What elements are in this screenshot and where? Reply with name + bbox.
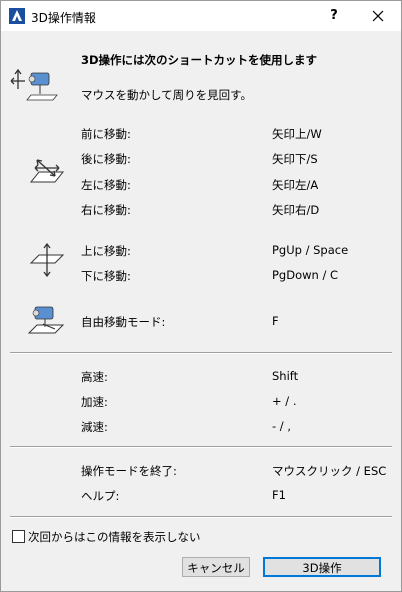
separator	[10, 352, 392, 354]
fast-key: Shift	[272, 369, 299, 383]
free-move-camera-icon	[27, 306, 65, 334]
decelerate-label: 減速:	[81, 420, 108, 434]
archicad-logo-icon	[9, 8, 25, 24]
move-forward-label: 前に移動:	[81, 127, 131, 141]
exit-mode-key: マウスクリック / ESC	[272, 464, 387, 478]
decelerate-key: - / ,	[272, 419, 291, 433]
window-title: 3D操作情報	[31, 11, 96, 25]
help-label: ヘルプ:	[81, 489, 120, 503]
free-move-key: F	[272, 314, 279, 328]
move-forward-key: 矢印上/W	[272, 127, 322, 141]
fast-label: 高速:	[81, 370, 108, 384]
move-vertical-icon	[29, 243, 65, 277]
move-horizontal-icon	[29, 159, 65, 183]
cancel-button[interactable]: キャンセル	[182, 557, 250, 577]
help-key: F1	[272, 488, 286, 502]
close-button[interactable]	[355, 1, 401, 31]
accelerate-key: + / .	[272, 394, 297, 408]
dont-show-again-label[interactable]: 次回からはこの情報を表示しない	[28, 529, 201, 545]
move-up-label: 上に移動:	[81, 244, 131, 258]
separator	[10, 446, 392, 448]
move-down-key: PgDown / C	[272, 268, 339, 282]
help-button[interactable]: ?	[319, 1, 349, 31]
move-left-key: 矢印左/A	[272, 178, 319, 192]
shortcuts-heading: 3D操作には次のショートカットを使用します	[81, 53, 318, 67]
move-right-label: 右に移動:	[81, 203, 131, 217]
move-back-label: 後に移動:	[81, 152, 131, 166]
dialog-window: 3D操作情報 ? 3D操作には次のショートカットを使用します マウスを動かして周…	[0, 0, 402, 592]
dont-show-again-checkbox[interactable]	[12, 530, 25, 543]
move-down-label: 下に移動:	[81, 269, 131, 283]
look-around-text: マウスを動かして周りを見回す。	[81, 88, 253, 102]
separator	[10, 516, 392, 518]
move-right-key: 矢印右/D	[272, 203, 320, 217]
start-3d-navigation-button[interactable]: 3D操作	[263, 557, 381, 577]
move-back-key: 矢印下/S	[272, 152, 318, 166]
move-up-key: PgUp / Space	[272, 243, 349, 257]
exit-mode-label: 操作モードを終了:	[81, 464, 177, 478]
close-icon	[372, 10, 384, 22]
orbit-camera-icon	[10, 68, 58, 101]
free-move-label: 自由移動モード:	[81, 315, 166, 329]
move-left-label: 左に移動:	[81, 178, 131, 192]
title-bar: 3D操作情報 ?	[1, 1, 401, 31]
accelerate-label: 加速:	[81, 395, 108, 409]
